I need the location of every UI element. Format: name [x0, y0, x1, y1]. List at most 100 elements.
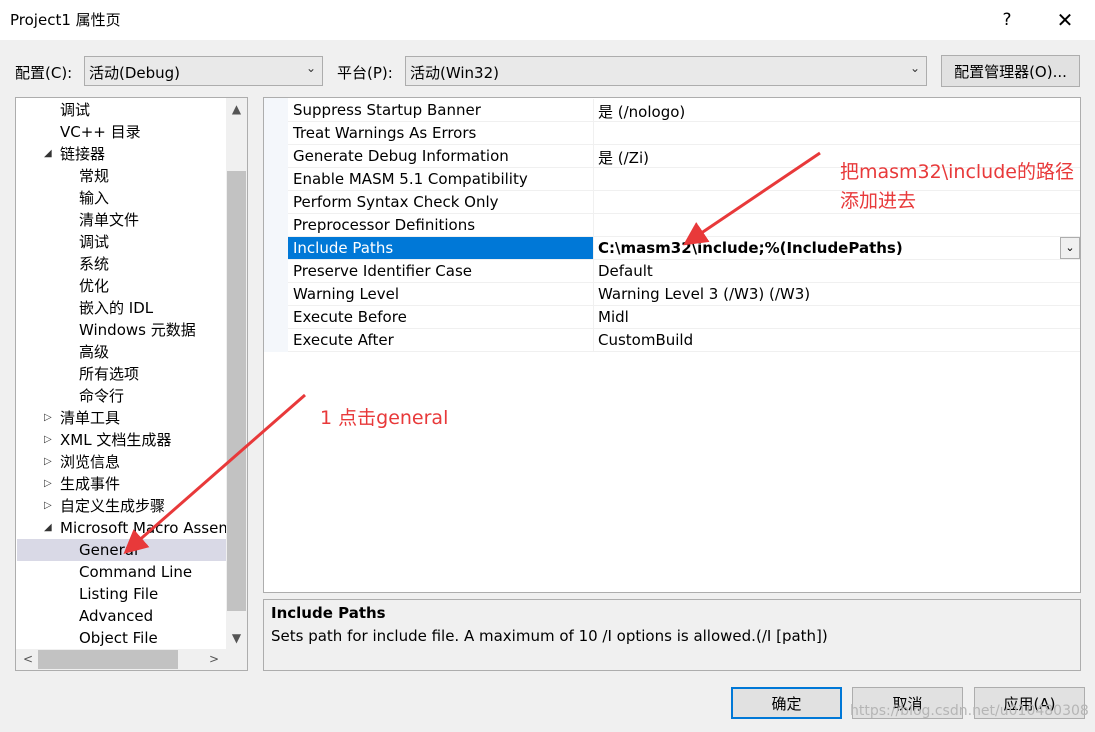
collapsed-arrow-icon[interactable]: ▷ [44, 495, 52, 517]
property-name: Treat Warnings As Errors [293, 124, 477, 142]
config-manager-button[interactable]: 配置管理器(O)... [941, 55, 1080, 87]
property-value[interactable]: C:\masm32\include;%(IncludePaths) [593, 237, 1080, 259]
tree-item-label: 浏览信息 [60, 453, 121, 471]
tree-vertical-scrollbar[interactable]: ▲ ▼ [226, 98, 247, 649]
expanded-arrow-icon[interactable]: ◢ [44, 143, 52, 165]
property-value[interactable]: Midl [593, 306, 1080, 328]
tree-item[interactable]: General [17, 539, 226, 561]
tree-item[interactable]: 系统 [17, 253, 226, 275]
description-syntax: (/I [path]) [756, 627, 828, 645]
tree-item-label: 嵌入的 IDL [79, 299, 154, 317]
property-name: Preserve Identifier Case [293, 262, 472, 280]
collapsed-arrow-icon[interactable]: ▷ [44, 407, 52, 429]
property-name: Execute After [293, 331, 394, 349]
tree-item[interactable]: Object File [17, 627, 226, 649]
tree-item[interactable]: ▷ 清单工具 [17, 407, 226, 429]
ok-button[interactable]: 确定 [731, 687, 842, 719]
tree-item[interactable]: 调试 [17, 99, 226, 121]
tree-item[interactable]: 所有选项 [17, 363, 226, 385]
expanded-arrow-icon[interactable]: ◢ [44, 517, 52, 539]
property-value[interactable] [593, 191, 1080, 213]
tree-item-label: General [79, 541, 139, 559]
property-tree[interactable]: 调试 VC++ 目录 ◢ 链接器 常规 输入 清单文件 调试 系统 优化 嵌入的 IDL Window… [15, 97, 248, 671]
scroll-down-icon[interactable]: ▼ [226, 628, 247, 648]
property-value[interactable] [593, 122, 1080, 144]
tree-item[interactable]: Advanced [17, 605, 226, 627]
grid-gutter [264, 98, 288, 352]
tree-item[interactable]: 优化 [17, 275, 226, 297]
property-row[interactable]: Preserve Identifier Case Default [288, 260, 1080, 283]
tree-item-label: 命令行 [79, 387, 125, 405]
tree-item-label: 高级 [79, 343, 110, 361]
annotation-step1: 1 点击general [320, 407, 449, 429]
tree-item[interactable]: ▷ 生成事件 [17, 473, 226, 495]
chevron-down-icon: ⌄ [305, 61, 316, 75]
tree-item[interactable]: 清单文件 [17, 209, 226, 231]
tree-item[interactable]: Windows 元数据 [17, 319, 226, 341]
property-row[interactable]: Execute After CustomBuild [288, 329, 1080, 352]
tree-item-label: 链接器 [60, 145, 106, 163]
property-value[interactable]: Default [593, 260, 1080, 282]
property-value[interactable]: CustomBuild [593, 329, 1080, 351]
tree-item-label: VC++ 目录 [60, 123, 141, 141]
scroll-right-icon[interactable]: > [204, 649, 224, 670]
tree-item[interactable]: 常规 [17, 165, 226, 187]
tree-item[interactable]: 输入 [17, 187, 226, 209]
scrollbar-thumb[interactable] [38, 650, 178, 669]
property-row[interactable]: Preprocessor Definitions [288, 214, 1080, 237]
property-row[interactable]: Treat Warnings As Errors [288, 122, 1080, 145]
tree-item[interactable]: ▷ 自定义生成步骤 [17, 495, 226, 517]
property-name: Suppress Startup Banner [293, 101, 481, 119]
scrollbar-thumb[interactable] [227, 171, 246, 611]
property-value[interactable] [593, 214, 1080, 236]
annotation-step2-line1: 把masm32\include的路径 [840, 161, 1074, 183]
collapsed-arrow-icon[interactable]: ▷ [44, 451, 52, 473]
collapsed-arrow-icon[interactable]: ▷ [44, 429, 52, 451]
tree-item-label: 调试 [60, 101, 91, 119]
tree-item[interactable]: Listing File [17, 583, 226, 605]
description-text: Sets path for include file. A maximum of… [271, 627, 756, 645]
collapsed-arrow-icon[interactable]: ▷ [44, 473, 52, 495]
watermark: https://blog.csdn.net/u010480308 [850, 703, 1089, 719]
property-value[interactable]: 是 (/nologo) [593, 99, 1080, 121]
tree-item-label: Microsoft Macro Assembler [60, 519, 226, 537]
property-name: Preprocessor Definitions [293, 216, 476, 234]
scroll-left-icon[interactable]: < [18, 649, 38, 670]
config-dropdown[interactable]: 活动(Debug) ⌄ [84, 56, 323, 86]
property-name: Include Paths [293, 239, 394, 257]
tree-horizontal-scrollbar[interactable]: < > [16, 649, 247, 670]
property-row[interactable]: Warning Level Warning Level 3 (/W3) (/W3) [288, 283, 1080, 306]
scroll-up-icon[interactable]: ▲ [226, 99, 247, 119]
tree-item-label: 系统 [79, 255, 110, 273]
tree-item-label: 输入 [79, 189, 110, 207]
chevron-down-icon[interactable]: ⌄ [1060, 237, 1080, 259]
config-value: 活动(Debug) [89, 64, 181, 82]
property-row[interactable]: Execute Before Midl [288, 306, 1080, 329]
tree-item[interactable]: 高级 [17, 341, 226, 363]
property-value[interactable]: Warning Level 3 (/W3) (/W3) [593, 283, 1080, 305]
tree-item[interactable]: ◢ Microsoft Macro Assembler [17, 517, 226, 539]
tree-item-label: XML 文档生成器 [60, 431, 172, 449]
property-row[interactable]: Include Paths C:\masm32\include;%(Include… [288, 237, 1080, 260]
tree-item-label: Windows 元数据 [79, 321, 196, 339]
platform-value: 活动(Win32) [410, 64, 499, 82]
tree-item[interactable]: 嵌入的 IDL [17, 297, 226, 319]
platform-label: 平台(P): [337, 64, 393, 82]
platform-dropdown[interactable]: 活动(Win32) ⌄ [405, 56, 927, 86]
close-button[interactable]: ✕ [1042, 0, 1088, 40]
tree-item[interactable]: ▷ 浏览信息 [17, 451, 226, 473]
description-panel: Include Paths Sets path for include file… [263, 599, 1081, 671]
property-name: Enable MASM 5.1 Compatibility [293, 170, 528, 188]
tree-item[interactable]: 调试 [17, 231, 226, 253]
chevron-down-icon: ⌄ [909, 61, 920, 75]
tree-item[interactable]: ▷ XML 文档生成器 [17, 429, 226, 451]
tree-item-label: 常规 [79, 167, 110, 185]
help-button[interactable]: ? [984, 0, 1030, 40]
tree-item[interactable]: 命令行 [17, 385, 226, 407]
property-row[interactable]: Suppress Startup Banner 是 (/nologo) [288, 99, 1080, 122]
tree-item[interactable]: ◢ 链接器 [17, 143, 226, 165]
tree-item-label: Advanced [79, 607, 154, 625]
tree-item[interactable]: VC++ 目录 [17, 121, 226, 143]
tree-item[interactable]: Command Line [17, 561, 226, 583]
property-row[interactable]: Perform Syntax Check Only [288, 191, 1080, 214]
